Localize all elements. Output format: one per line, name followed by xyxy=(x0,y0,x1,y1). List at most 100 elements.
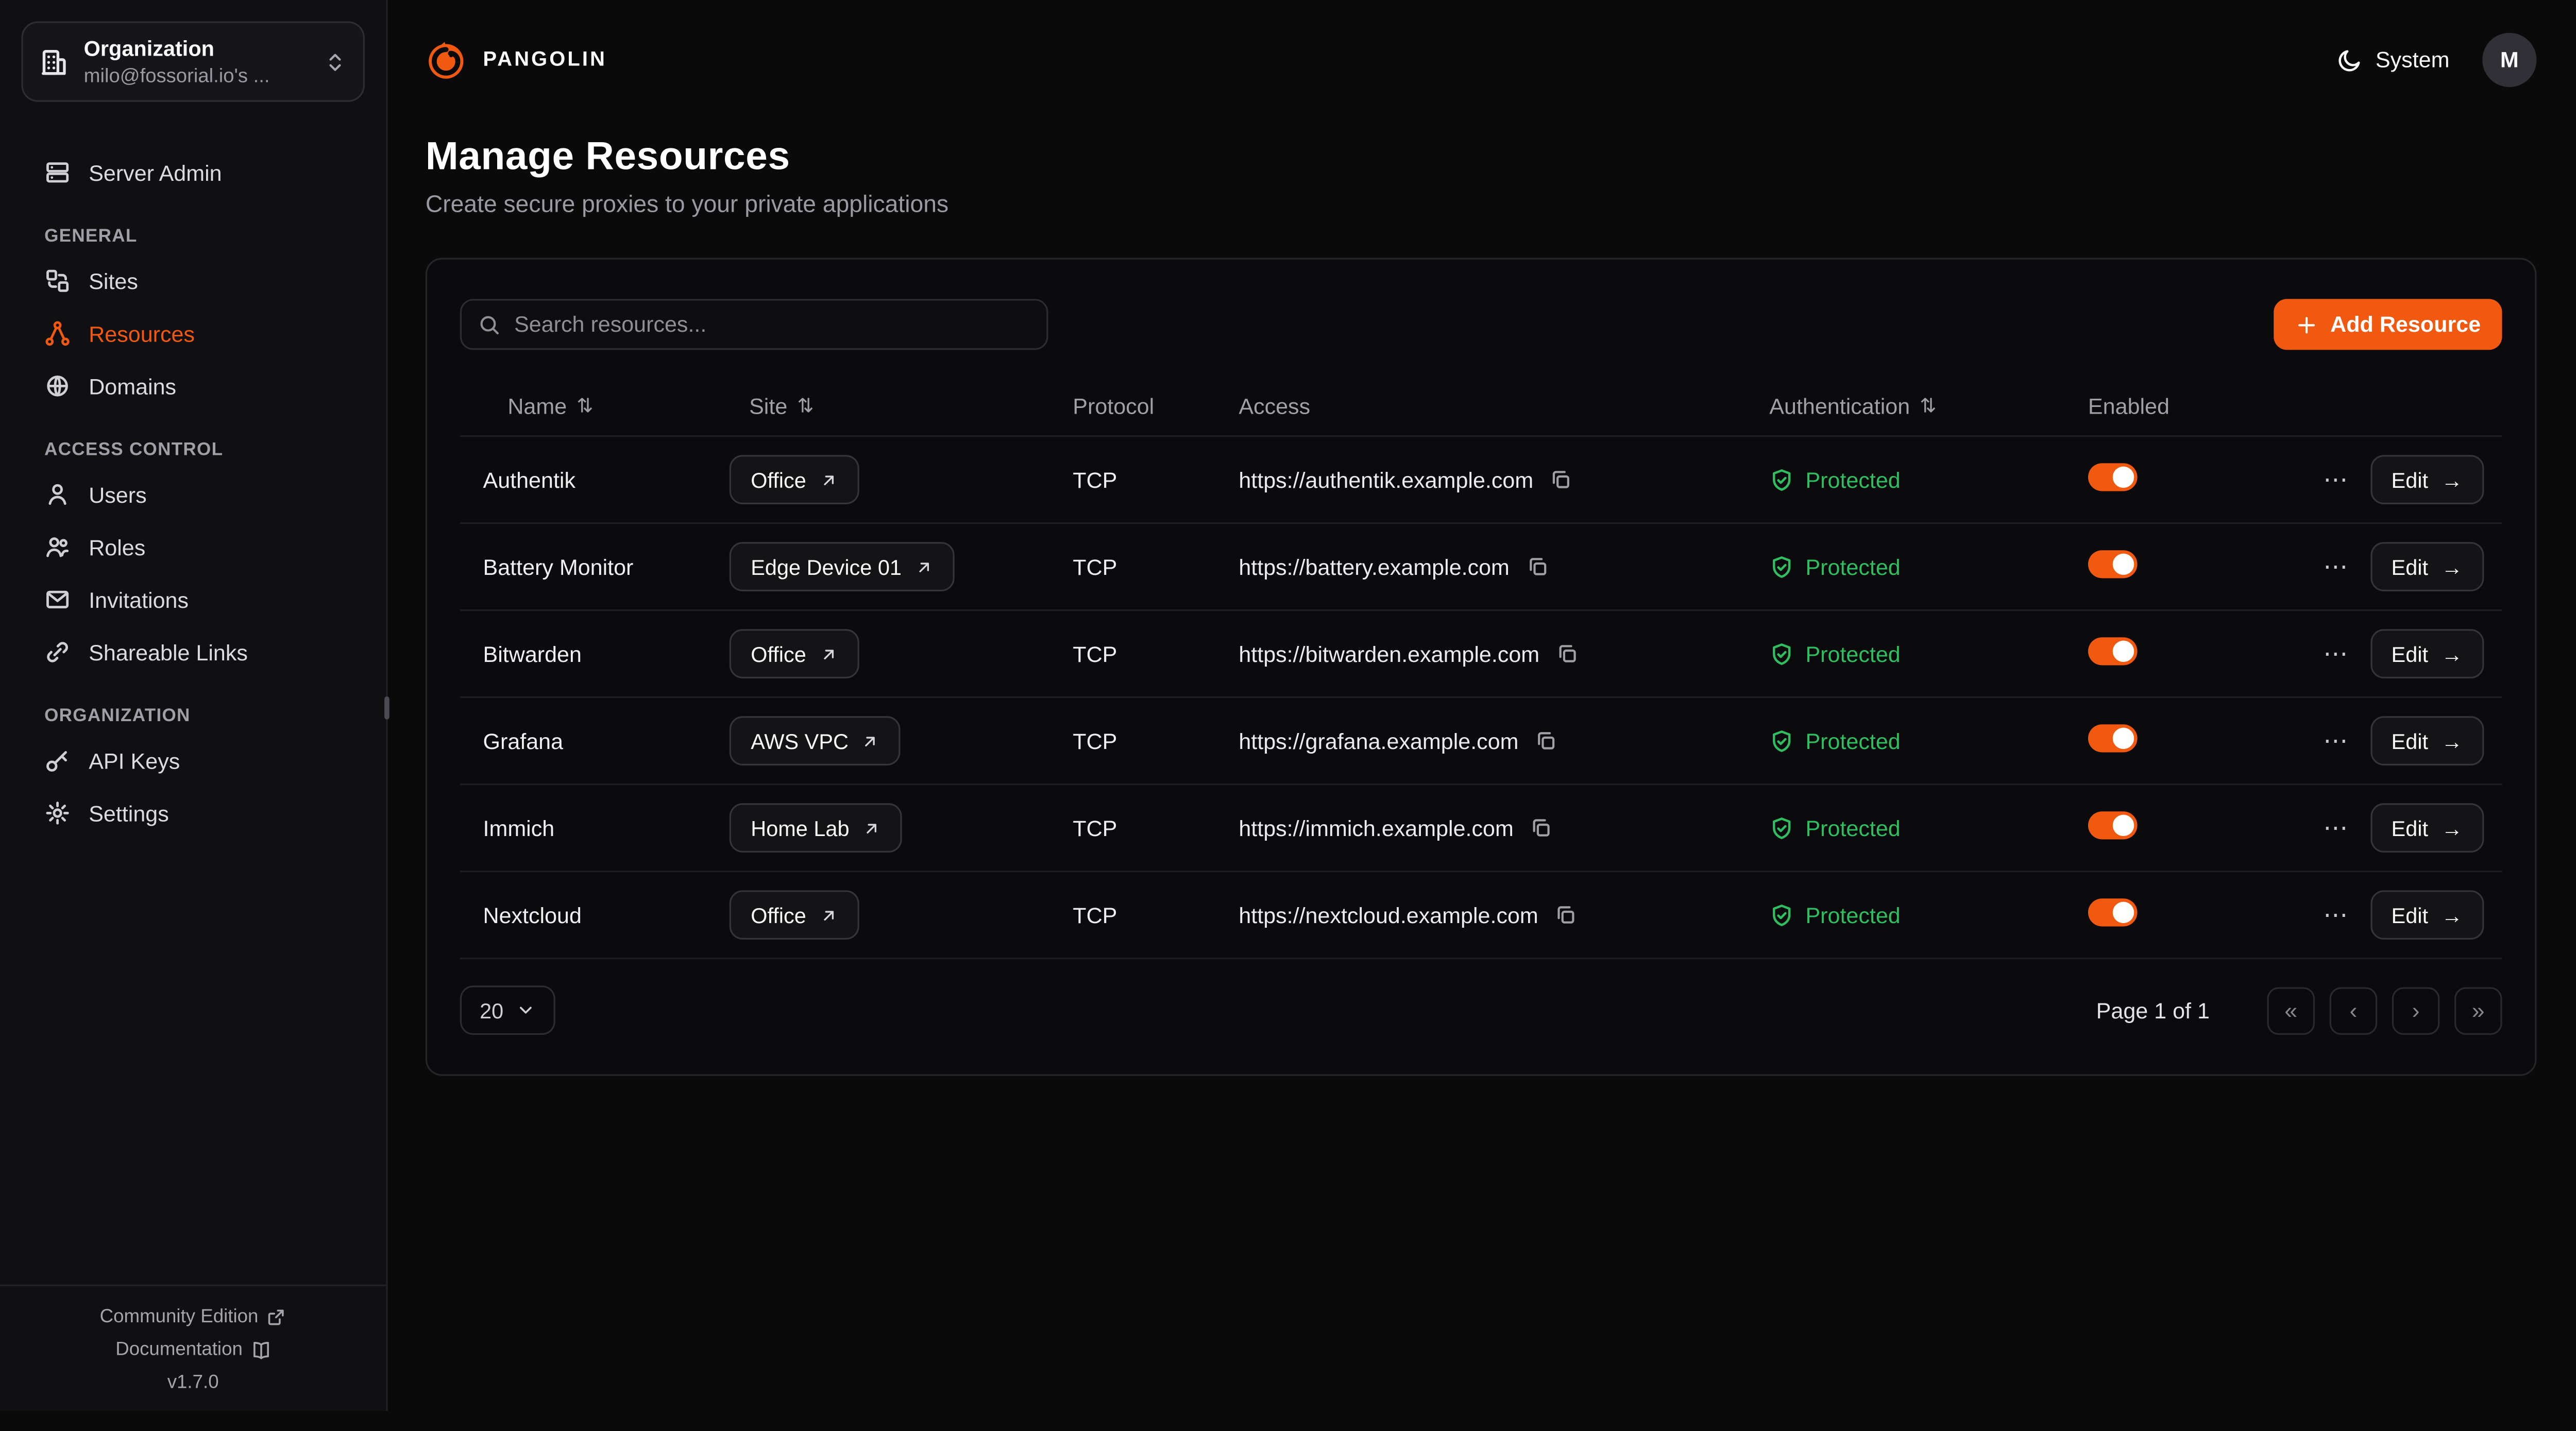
edit-label: Edit xyxy=(2392,815,2428,840)
sidebar-item-label: Server Admin xyxy=(89,160,222,185)
sort-icon: ⇅ xyxy=(1920,394,1936,417)
site-link-button[interactable]: Edge Device 01 xyxy=(730,542,954,591)
sidebar-item-resources[interactable]: Resources xyxy=(0,307,386,360)
pangolin-logo-icon xyxy=(424,37,468,81)
shield-check-icon xyxy=(1769,815,1794,840)
copy-button[interactable] xyxy=(1530,816,1553,840)
table-row: Nextcloud Office TCP https://nextcloud.e… xyxy=(460,872,2502,959)
sort-by-site-button[interactable]: Site⇅ xyxy=(749,394,814,418)
access-url: https://battery.example.com xyxy=(1239,554,1510,579)
community-edition-link[interactable]: Community Edition xyxy=(100,1307,286,1327)
theme-selector-button[interactable]: System xyxy=(2338,47,2450,72)
enabled-toggle[interactable] xyxy=(2088,550,2138,578)
site-link-button[interactable]: Home Lab xyxy=(730,803,902,853)
sidebar-item-api-keys[interactable]: API Keys xyxy=(0,734,386,787)
sidebar-item-users[interactable]: Users xyxy=(0,468,386,521)
header-name: Name xyxy=(507,394,567,418)
sidebar-item-settings[interactable]: Settings xyxy=(0,787,386,839)
site-link-button[interactable]: Office xyxy=(730,629,859,678)
page-head: Manage Resources Create secure proxies t… xyxy=(388,118,2576,219)
edit-button[interactable]: Edit→ xyxy=(2370,542,2484,591)
documentation-link[interactable]: Documentation xyxy=(115,1340,270,1360)
previous-page-button[interactable]: ‹ xyxy=(2330,986,2377,1034)
copy-button[interactable] xyxy=(1550,468,1573,491)
row-menu-button[interactable]: ⋯ xyxy=(2323,726,2348,755)
next-page-button[interactable]: › xyxy=(2392,986,2439,1034)
add-resource-button[interactable]: Add Resource xyxy=(2275,299,2502,350)
toggle-knob xyxy=(2113,902,2134,923)
table-row: Battery Monitor Edge Device 01 TCP https… xyxy=(460,524,2502,611)
access-url: https://authentik.example.com xyxy=(1239,467,1533,492)
gear-icon xyxy=(44,800,71,826)
sidebar-item-invitations[interactable]: Invitations xyxy=(0,573,386,626)
row-menu-button[interactable]: ⋯ xyxy=(2323,900,2348,929)
org-selector[interactable]: Organization milo@fossorial.io's ... xyxy=(21,21,364,101)
site-link-button[interactable]: Office xyxy=(730,890,859,940)
sort-by-name-button[interactable]: Name ⇅ xyxy=(507,394,593,418)
arrow-right-icon: → xyxy=(2442,815,2463,840)
org-text: Organization milo@fossorial.io's ... xyxy=(84,36,309,87)
site-link-button[interactable]: AWS VPC xyxy=(730,716,901,765)
page-subtitle: Create secure proxies to your private ap… xyxy=(426,192,2537,218)
last-page-button[interactable]: » xyxy=(2454,986,2502,1034)
edit-button[interactable]: Edit→ xyxy=(2370,455,2484,504)
row-menu-button[interactable]: ⋯ xyxy=(2323,465,2348,494)
sidebar-resize-handle[interactable] xyxy=(384,696,389,720)
edit-button[interactable]: Edit→ xyxy=(2370,890,2484,940)
site-name: AWS VPC xyxy=(751,728,849,753)
sort-by-authentication-button[interactable]: Authentication⇅ xyxy=(1769,394,1936,418)
resource-name: Grafana xyxy=(483,728,730,753)
enabled-toggle[interactable] xyxy=(2088,463,2138,491)
search-box xyxy=(460,299,1048,350)
site-name: Home Lab xyxy=(751,815,849,840)
table-row: Grafana AWS VPC TCP https://grafana.exam… xyxy=(460,698,2502,785)
shield-check-icon xyxy=(1769,467,1794,492)
edit-button[interactable]: Edit→ xyxy=(2370,629,2484,678)
toggle-knob xyxy=(2113,554,2134,575)
resources-table: Name⇅ Site⇅ Protocol Access Authenticati… xyxy=(460,376,2502,959)
sidebar-item-domains[interactable]: Domains xyxy=(0,360,386,412)
avatar[interactable]: M xyxy=(2482,32,2536,86)
access-url: https://immich.example.com xyxy=(1239,815,1514,840)
copy-button[interactable] xyxy=(1535,729,1558,753)
enabled-toggle[interactable] xyxy=(2088,898,2138,926)
site-link-button[interactable]: Office xyxy=(730,455,859,504)
link-icon xyxy=(44,639,71,665)
page-title: Manage Resources xyxy=(426,134,2537,180)
arrow-right-icon: → xyxy=(2442,467,2463,492)
page-size-select[interactable]: 20 xyxy=(460,985,556,1035)
protocol-label: TCP xyxy=(1073,902,1239,927)
org-title: Organization xyxy=(84,36,309,61)
copy-button[interactable] xyxy=(1556,642,1579,666)
arrow-right-icon: → xyxy=(2442,641,2463,666)
arrow-up-right-icon xyxy=(819,906,837,924)
sort-icon: ⇅ xyxy=(577,394,593,417)
copy-button[interactable] xyxy=(1526,555,1549,578)
arrow-right-icon: → xyxy=(2442,728,2463,753)
row-menu-button[interactable]: ⋯ xyxy=(2323,639,2348,668)
row-menu-button[interactable]: ⋯ xyxy=(2323,552,2348,581)
header-site: Site xyxy=(749,394,787,418)
shield-check-icon xyxy=(1769,641,1794,666)
sidebar-item-label: Sites xyxy=(89,268,138,293)
sidebar-item-server-admin[interactable]: Server Admin xyxy=(0,146,386,199)
search-input[interactable] xyxy=(514,312,1030,337)
sidebar-item-sites[interactable]: Sites xyxy=(0,254,386,307)
sidebar: Organization milo@fossorial.io's ... Ser… xyxy=(0,0,388,1411)
enabled-toggle[interactable] xyxy=(2088,811,2138,839)
copy-button[interactable] xyxy=(1555,904,1578,927)
server-icon xyxy=(44,159,71,185)
first-page-button[interactable]: « xyxy=(2267,986,2315,1034)
auth-status: Protected xyxy=(1805,641,1900,666)
sidebar-item-shareable-links[interactable]: Shareable Links xyxy=(0,626,386,678)
sidebar-item-roles[interactable]: Roles xyxy=(0,521,386,573)
protocol-label: TCP xyxy=(1073,641,1239,666)
toggle-knob xyxy=(2113,728,2134,749)
edit-button[interactable]: Edit → xyxy=(2370,803,2484,853)
enabled-toggle[interactable] xyxy=(2088,724,2138,752)
row-menu-button[interactable]: ⋯ xyxy=(2323,813,2348,842)
edit-button[interactable]: Edit→ xyxy=(2370,716,2484,765)
enabled-toggle[interactable] xyxy=(2088,637,2138,665)
building-icon xyxy=(40,47,69,76)
sidebar-item-label: Users xyxy=(89,482,146,507)
